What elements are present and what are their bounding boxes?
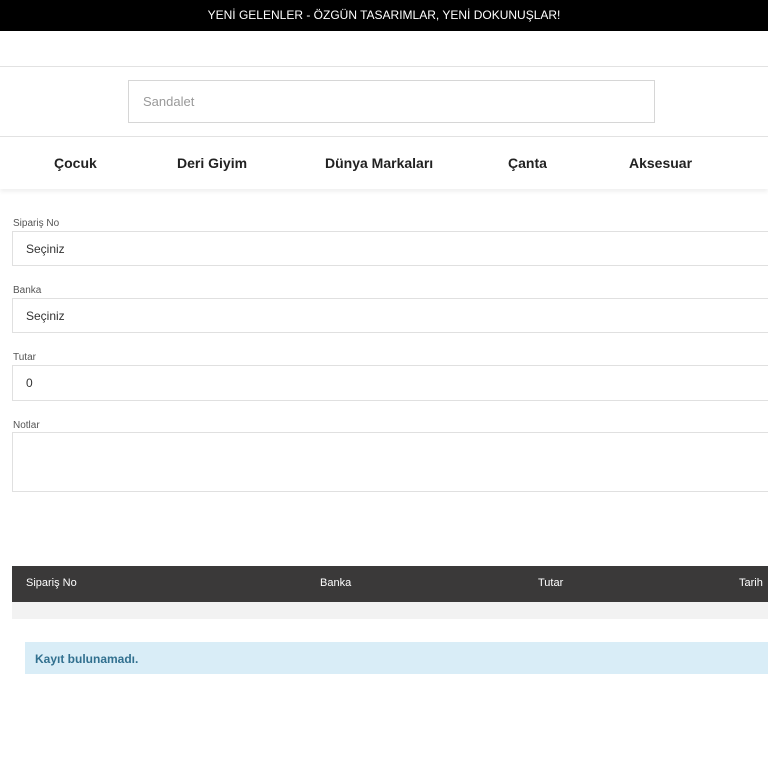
column-banka: Banka (320, 577, 352, 589)
announcement-bar: YENİ GELENLER - ÖZGÜN TASARIMLAR, YENİ D… (0, 0, 768, 31)
nav-item-deri-giyim[interactable]: Deri Giyim (177, 155, 247, 171)
nav-item-cocuk[interactable]: Çocuk (54, 155, 97, 171)
column-siparis-no: Sipariş No (26, 577, 77, 589)
main-nav: Çocuk Deri Giyim Dünya Markaları Çanta A… (0, 137, 768, 189)
column-tutar: Tutar (538, 577, 564, 589)
divider (0, 66, 768, 67)
bank-value: Seçiniz (26, 308, 65, 323)
order-label: Sipariş No (13, 218, 60, 229)
order-value: Seçiniz (26, 241, 65, 256)
search-input[interactable] (128, 80, 655, 123)
nav-item-canta[interactable]: Çanta (508, 155, 547, 171)
table-body (12, 602, 768, 619)
amount-label: Tutar (13, 352, 36, 363)
amount-value: 0 (26, 376, 33, 390)
bank-label: Banka (13, 285, 42, 296)
nav-item-aksesuar[interactable]: Aksesuar (629, 155, 692, 171)
bank-select[interactable]: Seçiniz (12, 298, 768, 333)
notes-textarea[interactable] (12, 432, 768, 492)
nav-item-dunya-markalari[interactable]: Dünya Markaları (325, 155, 433, 171)
amount-input[interactable]: 0 (12, 365, 768, 401)
notes-label: Notlar (13, 420, 40, 431)
empty-alert: Kayıt bulunamadı. (25, 642, 768, 674)
column-tarih: Tarih (739, 577, 763, 589)
table-header: Sipariş No Banka Tutar Tarih (12, 566, 768, 602)
order-select[interactable]: Seçiniz (12, 231, 768, 266)
